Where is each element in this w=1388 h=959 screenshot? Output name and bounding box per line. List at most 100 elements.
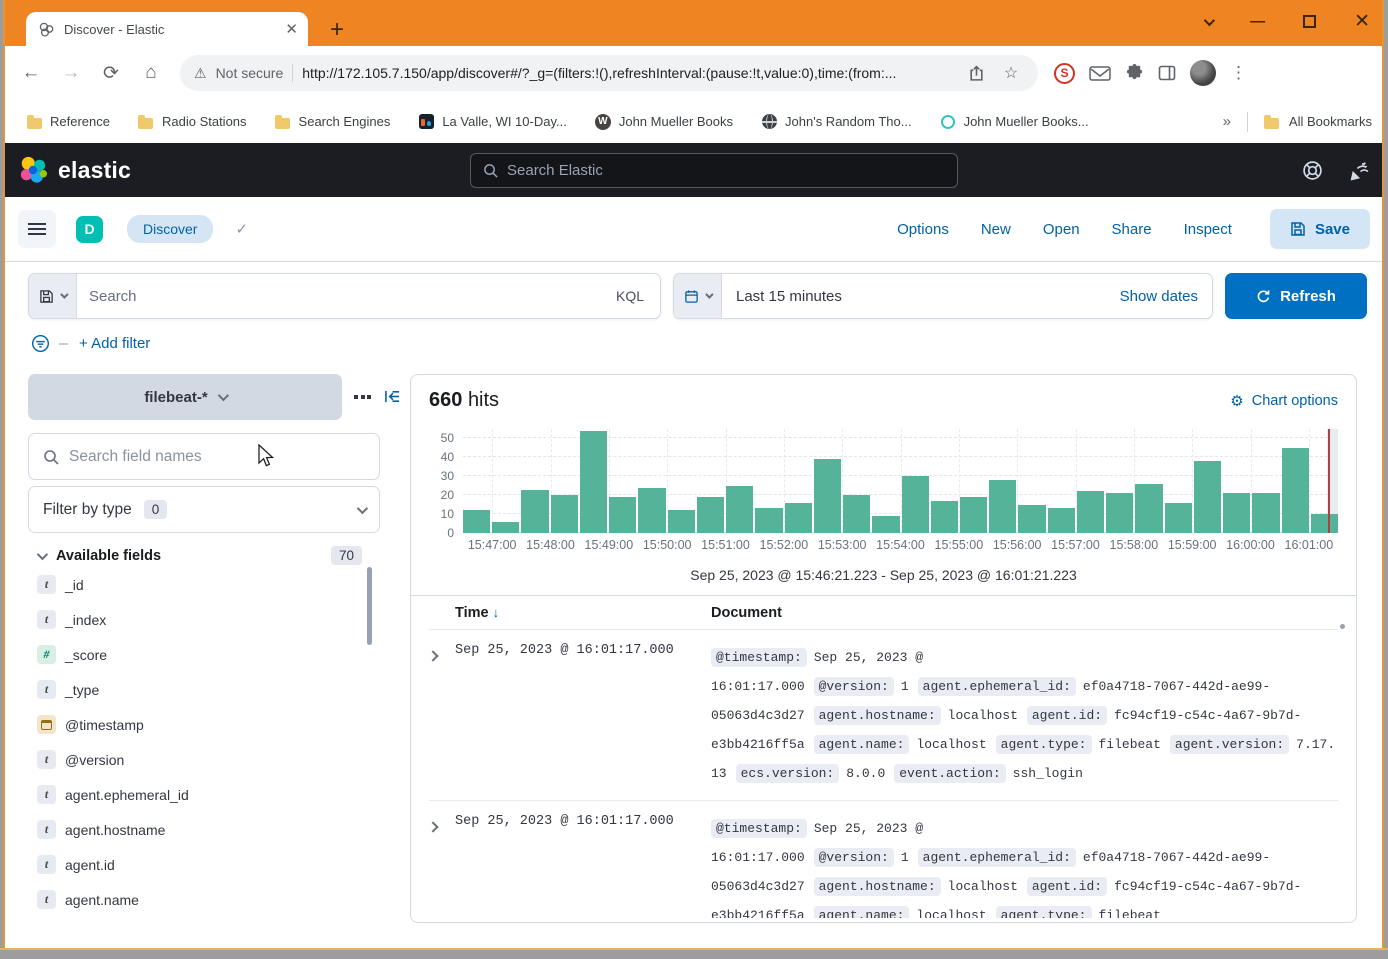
histogram-bar[interactable]	[989, 480, 1016, 533]
field-pill[interactable]: agent.ephemeral_id:	[918, 677, 1076, 696]
histogram-bar[interactable]	[814, 459, 841, 533]
histogram-bar[interactable]	[521, 490, 548, 533]
histogram-bar[interactable]	[1135, 484, 1162, 533]
field-pill[interactable]: agent.hostname:	[814, 706, 941, 725]
bookmark-item[interactable]: John Mueller Books...	[930, 110, 1099, 134]
all-bookmarks-button[interactable]: All Bookmarks	[1264, 114, 1372, 130]
global-search[interactable]	[470, 153, 958, 188]
date-quick-select-button[interactable]	[674, 274, 722, 318]
plot-area[interactable]	[463, 429, 1338, 533]
filter-icon[interactable]	[31, 334, 50, 353]
histogram-bar[interactable]	[1106, 493, 1133, 533]
bookmark-item[interactable]: Search Engines	[265, 110, 401, 134]
bookmark-item[interactable]: La Valle, WI 10-Day...	[408, 110, 577, 134]
histogram-bar[interactable]	[697, 497, 724, 533]
histogram-bar[interactable]	[1165, 503, 1192, 533]
field-pill[interactable]: event.action:	[894, 764, 1005, 783]
histogram-bar[interactable]	[551, 495, 578, 533]
collapse-sidebar-icon[interactable]	[384, 389, 401, 404]
histogram-bar[interactable]	[1311, 514, 1338, 533]
query-input[interactable]	[89, 288, 612, 305]
nav-link-inspect[interactable]: Inspect	[1184, 221, 1232, 238]
field-item[interactable]: t_type	[28, 672, 380, 707]
field-pill[interactable]: agent.name:	[814, 735, 910, 754]
global-search-input[interactable]	[507, 162, 945, 179]
url-bar[interactable]: ⚠ Not secure http://172.105.7.150/app/di…	[180, 55, 1038, 91]
field-pill[interactable]: @timestamp:	[711, 819, 807, 838]
breadcrumb[interactable]: Discover	[127, 215, 213, 243]
field-pill[interactable]: agent.name:	[814, 906, 910, 918]
field-item[interactable]: t_index	[28, 602, 380, 637]
time-range-button[interactable]: Last 15 minutes	[722, 274, 1120, 318]
chart-options-button[interactable]: ⚙ Chart options	[1230, 392, 1338, 410]
sidebar-scrollbar[interactable]	[367, 567, 372, 645]
expand-row-icon[interactable]	[429, 814, 455, 918]
profile-avatar[interactable]	[1190, 60, 1216, 86]
field-item[interactable]: t@version	[28, 742, 380, 777]
histogram-bar[interactable]	[1194, 461, 1221, 533]
field-search[interactable]	[28, 433, 380, 480]
share-icon[interactable]	[963, 65, 989, 82]
histogram-bar[interactable]	[960, 497, 987, 533]
histogram-bar[interactable]	[638, 488, 665, 533]
histogram-bar[interactable]	[902, 476, 929, 533]
histogram-bar[interactable]	[1048, 508, 1075, 533]
field-pill[interactable]: agent.type:	[996, 735, 1092, 754]
histogram-bar[interactable]	[785, 503, 812, 533]
home-icon[interactable]: ⌂	[134, 56, 168, 90]
new-tab-button[interactable]: +	[330, 18, 344, 42]
histogram-bar[interactable]	[843, 495, 870, 533]
field-item[interactable]: t_id	[28, 567, 380, 602]
back-icon[interactable]: ←	[14, 56, 48, 90]
expand-row-icon[interactable]	[429, 643, 455, 788]
histogram-bar[interactable]	[609, 497, 636, 533]
side-panel-icon[interactable]	[1158, 64, 1176, 82]
bookmark-item[interactable]: Radio Stations	[128, 110, 257, 134]
field-search-input[interactable]	[69, 448, 365, 466]
sort-desc-icon[interactable]: ↓	[493, 605, 500, 620]
nav-link-options[interactable]: Options	[897, 221, 949, 238]
histogram-bar[interactable]	[1018, 505, 1045, 533]
help-icon[interactable]	[1302, 160, 1323, 181]
histogram-bar[interactable]	[580, 431, 607, 533]
field-pill[interactable]: agent.hostname:	[814, 877, 941, 896]
tab-close-icon[interactable]: ✕	[285, 20, 298, 38]
query-language-label[interactable]: KQL	[616, 288, 648, 304]
field-item[interactable]: #_score	[28, 637, 380, 672]
forward-icon[interactable]: →	[54, 56, 88, 90]
nav-link-share[interactable]: Share	[1112, 221, 1152, 238]
extension-mail-icon[interactable]	[1089, 65, 1111, 82]
field-options-icon[interactable]	[354, 395, 371, 399]
histogram-bar[interactable]	[931, 501, 958, 533]
field-item[interactable]: tagent.ephemeral_id	[28, 777, 380, 812]
field-pill[interactable]: @timestamp:	[711, 648, 807, 667]
browser-tab[interactable]: Discover - Elastic ✕	[26, 12, 308, 46]
field-pill[interactable]: @version:	[814, 677, 894, 696]
minimize-button[interactable]: —	[1250, 13, 1265, 30]
nav-link-new[interactable]: New	[981, 221, 1011, 238]
field-item[interactable]: tagent.id	[28, 847, 380, 882]
histogram-bar[interactable]	[1077, 491, 1104, 533]
bookmark-star-icon[interactable]: ☆	[998, 63, 1024, 83]
field-pill[interactable]: agent.type:	[996, 906, 1092, 918]
histogram-bar[interactable]	[872, 516, 899, 533]
bookmark-item[interactable]: John's Random Tho...	[751, 110, 922, 134]
bookmarks-overflow-icon[interactable]: »	[1223, 113, 1231, 130]
close-window-button[interactable]: ✕	[1354, 10, 1370, 33]
field-item[interactable]: tagent.name	[28, 882, 380, 917]
histogram-bar[interactable]	[1252, 493, 1279, 533]
histogram-bar[interactable]	[463, 510, 490, 533]
maximize-button[interactable]	[1303, 15, 1316, 28]
saved-query-button[interactable]	[29, 274, 77, 318]
field-item[interactable]: @timestamp	[28, 707, 380, 742]
available-fields-header[interactable]: Available fields 70	[28, 546, 380, 565]
nav-link-open[interactable]: Open	[1043, 221, 1080, 238]
field-pill[interactable]: ecs.version:	[736, 764, 840, 783]
news-icon[interactable]	[1349, 160, 1370, 181]
field-pill[interactable]: agent.version:	[1170, 735, 1289, 754]
extensions-puzzle-icon[interactable]	[1125, 64, 1144, 83]
elastic-brand[interactable]: elastic	[18, 155, 131, 185]
histogram-bar[interactable]	[726, 486, 753, 533]
histogram-bar[interactable]	[492, 522, 519, 533]
histogram-bar[interactable]	[1282, 448, 1309, 533]
